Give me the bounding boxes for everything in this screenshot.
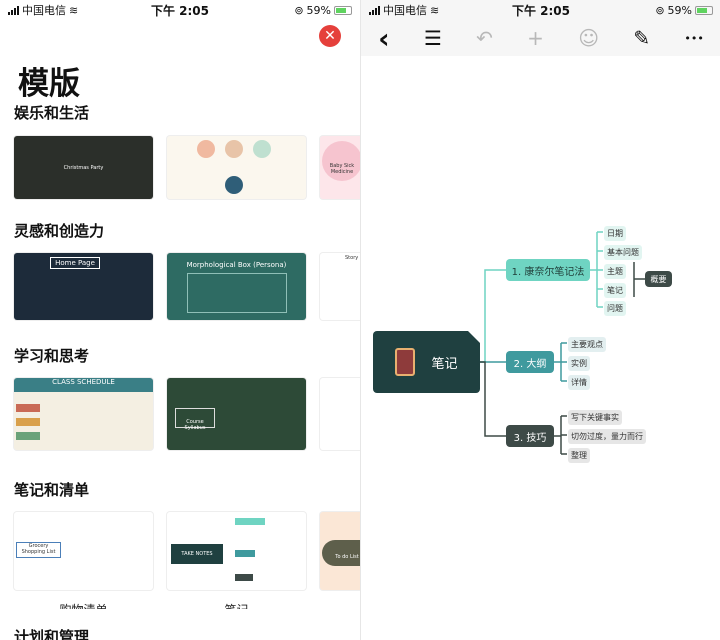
battery-percent: 59% — [306, 3, 331, 17]
template-thumb[interactable] — [167, 136, 306, 199]
wifi-icon: ≋ — [69, 3, 79, 17]
leaf-node[interactable]: 整理 — [568, 448, 590, 463]
thumb-label: Baby Sick Medicine — [322, 141, 360, 181]
template-caption: 笔记 — [167, 601, 306, 609]
notebook-icon — [395, 348, 416, 376]
leaf-node[interactable]: 日期 — [604, 226, 626, 241]
leaf-node[interactable]: 详情 — [568, 375, 590, 390]
template-thumb[interactable]: Christmas Party — [14, 136, 153, 199]
central-topic[interactable]: 笔记 — [373, 331, 480, 393]
thumb-label: TAKE NOTES — [171, 544, 223, 564]
leaf-node[interactable]: 基本问题 — [604, 245, 642, 260]
section-title: 笔记和清单 — [14, 481, 90, 499]
branch-node[interactable]: 1. 康奈尔笔记法 — [506, 259, 590, 281]
leaf-node[interactable]: 问题 — [604, 301, 626, 316]
template-thumb[interactable]: CLASS SCHEDULE — [14, 378, 153, 450]
branch-node[interactable]: 3. 技巧 — [506, 425, 554, 447]
templates-panel: 中国电信 ≋ 下午 2:05 ⊚ 59% ✕ 模版 娱乐和生活 Christmas … — [0, 0, 360, 640]
signal-icon — [8, 5, 19, 15]
battery-icon — [334, 5, 352, 15]
thumb-label: Course Syllabus — [175, 408, 215, 431]
leaf-node[interactable]: 切勿过度，量力而行 — [568, 429, 646, 444]
template-thumb[interactable] — [320, 378, 360, 450]
section-title: 计划和管理 — [14, 628, 90, 640]
central-topic-label: 笔记 — [431, 356, 458, 372]
close-icon: ✕ — [324, 28, 336, 44]
leaf-node[interactable]: 主要观点 — [568, 337, 606, 352]
page-title: 模版 — [18, 66, 80, 102]
mindmap-editor: 中国电信 ≋ 下午 2:05 ⊚ 59% ‹ ☰ ↶ + ☺ ✎ ••• 笔记 1.… — [360, 0, 720, 640]
leaf-node[interactable]: 写下关键事实 — [568, 410, 622, 425]
thumb-label: Home Page — [50, 257, 100, 269]
thumb-label: To do List — [322, 540, 360, 566]
template-thumb[interactable]: Story — [320, 253, 360, 320]
template-thumb[interactable]: Grocery Shopping List — [14, 512, 153, 590]
template-thumb[interactable]: Home Page — [14, 253, 153, 320]
leaf-node[interactable]: 笔记 — [604, 283, 626, 298]
thumb-label: Grocery Shopping List — [16, 542, 61, 558]
status-bar: 中国电信 ≋ 下午 2:05 ⊚ 59% — [0, 0, 360, 20]
thumb-label: Christmas Party — [63, 164, 104, 171]
connector-lines — [479, 231, 645, 455]
thumb-label: Morphological Box (Persona) — [186, 261, 287, 269]
close-button[interactable]: ✕ — [319, 25, 341, 47]
branch-node[interactable]: 2. 大纲 — [506, 351, 554, 373]
thumb-label: Story — [345, 255, 359, 261]
leaf-node[interactable]: 实例 — [568, 356, 590, 371]
template-thumb[interactable]: TAKE NOTES — [167, 512, 306, 590]
section-title: 灵感和创造力 — [14, 222, 105, 240]
template-thumb[interactable]: To do List — [320, 512, 360, 590]
leaf-node[interactable]: 主题 — [604, 264, 626, 279]
template-thumb[interactable]: Course Syllabus — [167, 378, 306, 450]
template-thumb[interactable]: Morphological Box (Persona) — [167, 253, 306, 320]
orientation-lock-icon: ⊚ — [294, 3, 304, 17]
thumb-label: CLASS SCHEDULE — [14, 378, 153, 392]
section-title: 娱乐和生活 — [14, 104, 90, 122]
summary-node[interactable]: 概要 — [645, 271, 672, 287]
template-thumb[interactable]: Baby Sick Medicine — [320, 136, 360, 199]
template-caption: 购物清单 — [14, 601, 153, 609]
carrier-label: 中国电信 — [22, 4, 66, 17]
section-title: 学习和思考 — [14, 347, 90, 365]
